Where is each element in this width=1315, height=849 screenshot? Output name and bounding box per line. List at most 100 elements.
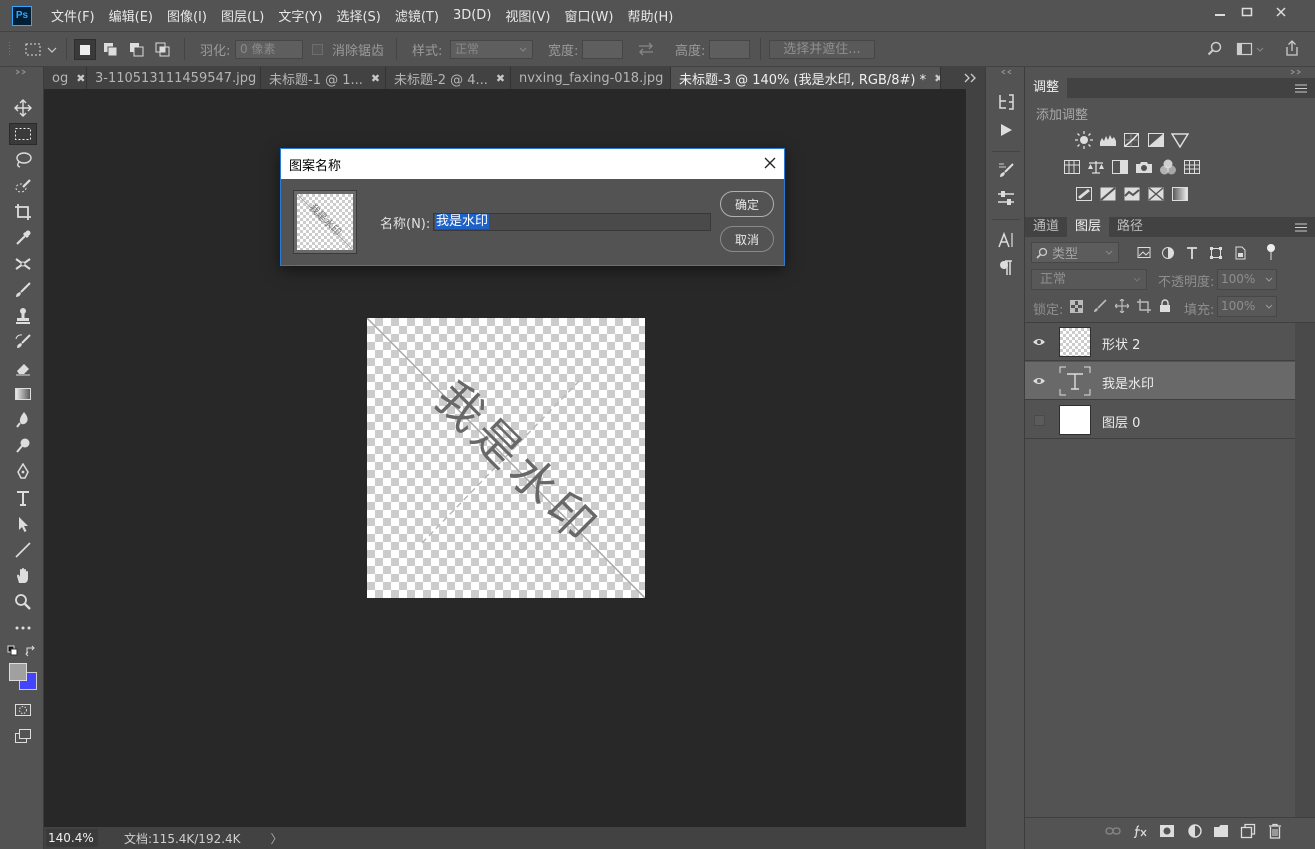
character-panel-button[interactable] <box>995 229 1017 251</box>
move-tool[interactable] <box>9 97 37 119</box>
menu-view[interactable]: 视图(V) <box>498 6 557 25</box>
delete-layer-button[interactable] <box>1267 823 1283 839</box>
lock-artboard-icon[interactable] <box>1137 299 1151 313</box>
screen-mode-button[interactable] <box>9 725 37 747</box>
visibility-toggle[interactable] <box>1031 373 1047 389</box>
link-layers-button[interactable] <box>1105 823 1121 839</box>
layer-row[interactable]: 形状 2 <box>1025 323 1295 361</box>
layer-filter-select[interactable]: 类型 <box>1031 242 1119 263</box>
antialias-checkbox[interactable] <box>312 44 323 55</box>
exposure-icon[interactable] <box>1147 132 1165 148</box>
tab-adjustments[interactable]: 调整 <box>1025 78 1068 98</box>
menu-filter[interactable]: 滤镜(T) <box>388 6 446 25</box>
cancel-button[interactable]: 取消 <box>720 226 774 252</box>
blend-mode-select[interactable]: 正常 <box>1031 269 1147 290</box>
fill-input[interactable]: 100% <box>1217 296 1277 317</box>
feather-input[interactable]: 0 像素 <box>235 40 303 59</box>
brightness-contrast-icon[interactable] <box>1075 131 1093 149</box>
hue-saturation-icon[interactable] <box>1063 159 1081 175</box>
menu-3d[interactable]: 3D(D) <box>446 8 498 23</box>
history-brush-tool[interactable] <box>9 331 37 353</box>
maximize-button[interactable] <box>1234 2 1260 22</box>
ok-button[interactable]: 确定 <box>720 191 774 217</box>
menu-file[interactable]: 文件(F) <box>44 6 102 25</box>
share-button[interactable] <box>1284 40 1300 61</box>
panel-menu-icon[interactable] <box>1295 223 1307 232</box>
close-tab-icon[interactable]: ✖ <box>371 72 380 85</box>
levels-icon[interactable] <box>1099 132 1117 148</box>
dodge-tool[interactable] <box>9 435 37 457</box>
lock-image-icon[interactable] <box>1093 299 1107 313</box>
tab-paths[interactable]: 路径 <box>1109 217 1151 237</box>
tab-doc-0[interactable]: og ✖ <box>44 67 87 89</box>
document-canvas[interactable]: 我是水印 <box>367 318 645 598</box>
lasso-tool[interactable] <box>9 149 37 171</box>
tab-doc-2[interactable]: 未标题-1 @ 1... ✖ <box>261 67 386 89</box>
select-and-mask-button[interactable]: 选择并遮住... <box>769 40 875 59</box>
close-tab-icon[interactable]: ✖ <box>76 72 85 85</box>
quick-selection-tool[interactable] <box>9 175 37 197</box>
pattern-name-input[interactable]: 我是水印 <box>433 213 711 231</box>
width-input[interactable] <box>582 40 623 59</box>
blur-tool[interactable] <box>9 409 37 431</box>
path-selection-tool[interactable] <box>9 513 37 535</box>
eraser-tool[interactable] <box>9 357 37 379</box>
visibility-toggle[interactable] <box>1031 334 1047 350</box>
photo-filter-icon[interactable] <box>1135 159 1153 175</box>
brush-settings-button[interactable] <box>995 159 1017 181</box>
layer-name[interactable]: 形状 2 <box>1102 334 1140 353</box>
filter-smart-object-icon[interactable] <box>1233 246 1247 260</box>
collapse-toolbar-icon[interactable] <box>14 69 30 75</box>
paragraph-panel-button[interactable] <box>995 257 1017 279</box>
brush-tool[interactable] <box>9 279 37 301</box>
rectangular-marquee-tool[interactable] <box>9 123 37 145</box>
filter-toggle-icon[interactable] <box>1265 243 1277 261</box>
default-colors-icon[interactable] <box>7 645 19 657</box>
close-window-button[interactable] <box>1268 2 1294 22</box>
gradient-map-icon[interactable] <box>1171 186 1189 202</box>
swap-colors-icon[interactable] <box>25 645 37 657</box>
lock-position-icon[interactable] <box>1115 299 1129 313</box>
add-selection-button[interactable] <box>100 39 122 60</box>
channel-mixer-icon[interactable] <box>1159 159 1177 175</box>
filter-type-icon[interactable] <box>1185 246 1199 260</box>
new-selection-button[interactable] <box>74 39 96 60</box>
search-button[interactable] <box>1207 41 1223 60</box>
hand-tool[interactable] <box>9 565 37 587</box>
intersect-selection-button[interactable] <box>152 39 174 60</box>
dialog-close-button[interactable] <box>764 154 776 173</box>
filter-pixel-icon[interactable] <box>1137 246 1151 259</box>
menu-window[interactable]: 窗口(W) <box>557 6 620 25</box>
properties-panel-button[interactable] <box>995 187 1017 209</box>
clone-stamp-tool[interactable] <box>9 305 37 327</box>
crop-tool[interactable] <box>9 201 37 223</box>
invert-icon[interactable] <box>1075 186 1093 202</box>
selective-color-icon[interactable] <box>1147 186 1165 202</box>
new-adjustment-layer-button[interactable] <box>1187 823 1203 839</box>
tab-doc-1[interactable]: 3-110513111459547.jpg✖ <box>87 67 261 89</box>
new-layer-button[interactable] <box>1240 823 1256 839</box>
type-tool[interactable] <box>9 487 37 509</box>
more-tabs-icon[interactable] <box>963 73 977 83</box>
menu-type[interactable]: 文字(Y) <box>271 6 329 25</box>
tool-preset-picker[interactable] <box>22 40 60 60</box>
menu-select[interactable]: 选择(S) <box>329 6 387 25</box>
opacity-input[interactable]: 100% <box>1217 269 1277 290</box>
eyedropper-tool[interactable] <box>9 227 37 249</box>
filter-shape-icon[interactable] <box>1209 246 1223 260</box>
history-panel-button[interactable] <box>995 91 1017 113</box>
foreground-color-swatch[interactable] <box>9 663 27 681</box>
gradient-tool[interactable] <box>9 383 37 405</box>
close-tab-icon[interactable]: ✖ <box>496 72 505 85</box>
layer-name[interactable]: 我是水印 <box>1102 373 1154 392</box>
lock-transparent-icon[interactable] <box>1070 300 1083 313</box>
panel-menu-icon[interactable] <box>1295 84 1307 93</box>
visibility-toggle[interactable] <box>1031 412 1047 428</box>
height-input[interactable] <box>709 40 750 59</box>
actions-panel-button[interactable] <box>995 119 1017 141</box>
lock-all-icon[interactable] <box>1159 299 1171 313</box>
style-select[interactable]: 正常 <box>450 40 533 59</box>
add-mask-button[interactable] <box>1159 823 1175 839</box>
posterize-icon[interactable] <box>1099 186 1117 202</box>
curves-icon[interactable] <box>1123 132 1141 148</box>
